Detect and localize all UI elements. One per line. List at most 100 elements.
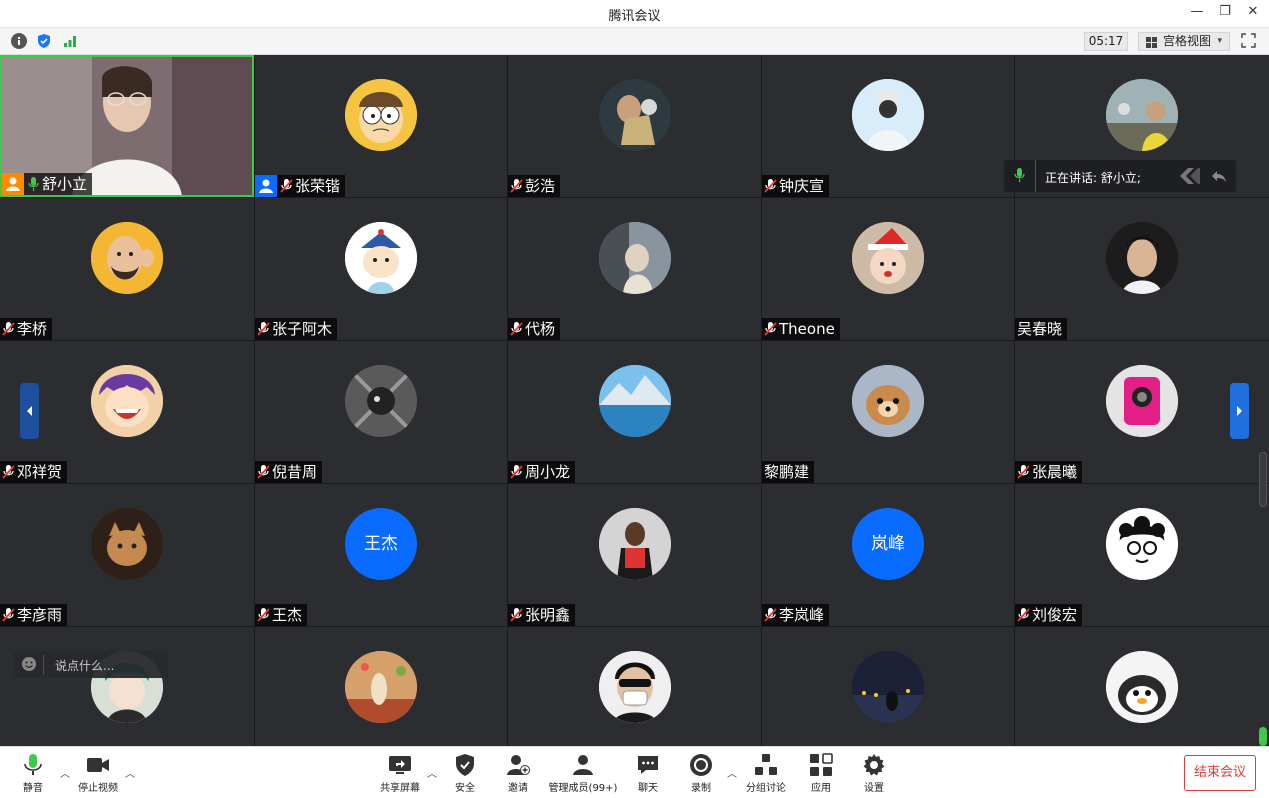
participant-tile[interactable] — [0, 627, 254, 746]
participant-tile[interactable] — [762, 627, 1014, 746]
share-options-chevron-icon[interactable]: ︿ — [427, 765, 437, 780]
participant-name-tag: 钟庆宣 — [762, 175, 830, 197]
meeting-info-bar: 05:17 宫格视图 ▾ — [0, 27, 1269, 55]
participant-tile[interactable]: 钟庆宣 — [762, 55, 1014, 197]
info-icon[interactable] — [11, 33, 27, 49]
host-badge-icon — [2, 173, 24, 195]
mic-muted-icon — [2, 464, 15, 480]
avatar — [1106, 651, 1178, 723]
participant-tile[interactable]: 吴春晓 — [1015, 198, 1269, 340]
mic-on-icon — [27, 176, 40, 192]
participant-name-tag: 李彦雨 — [0, 604, 68, 626]
fullscreen-icon[interactable] — [1241, 33, 1256, 48]
participant-tile[interactable]: 彭浩 — [508, 55, 761, 197]
share-screen-button[interactable]: 共享屏幕 — [378, 753, 422, 794]
mic-options-chevron-icon[interactable]: ︿ — [60, 765, 70, 780]
avatar — [345, 651, 417, 723]
participant-tile[interactable] — [508, 627, 761, 746]
participant-tile[interactable]: 代杨 — [508, 198, 761, 340]
participant-tile[interactable]: 李桥 — [0, 198, 254, 340]
participant-tile[interactable]: 刘俊宏 — [1015, 484, 1269, 626]
mic-muted-icon — [257, 607, 270, 623]
avatar — [598, 651, 671, 723]
participant-name: 李彦雨 — [17, 606, 63, 624]
mic-muted-icon — [764, 607, 777, 623]
participant-name-tag: 邓祥贺 — [0, 461, 68, 483]
scrollbar-thumb[interactable] — [1259, 452, 1267, 507]
restore-button[interactable]: ❐ — [1215, 4, 1235, 19]
participant-name-tag: 李桥 — [0, 318, 53, 340]
undo-icon[interactable] — [1211, 168, 1227, 187]
mute-label: 静音 — [23, 783, 43, 794]
invite-button[interactable]: 邀请 — [505, 753, 531, 794]
participant-name-tag: 张明鑫 — [508, 604, 576, 626]
participant-tile[interactable]: 李彦雨 — [0, 484, 254, 626]
participant-name: 张晨曦 — [1032, 463, 1078, 481]
participant-tile[interactable]: 岚峰 李岚峰 — [762, 484, 1014, 626]
signal-icon[interactable] — [62, 33, 78, 49]
shield-icon — [453, 753, 477, 777]
record-button[interactable]: 录制 — [688, 753, 714, 794]
participant-tile[interactable] — [255, 627, 507, 746]
view-mode-button[interactable]: 宫格视图 ▾ — [1138, 32, 1230, 51]
participant-name: 舒小立 — [42, 175, 88, 193]
record-options-chevron-icon[interactable]: ︿ — [727, 765, 737, 780]
participant-tile[interactable]: 张明鑫 — [508, 484, 761, 626]
close-button[interactable]: ✕ — [1243, 4, 1263, 19]
chat-input[interactable]: 说点什么... — [13, 651, 168, 678]
participant-name-tag: 舒小立 — [2, 173, 93, 195]
participant-tile[interactable]: 周小龙 — [508, 341, 761, 483]
avatar — [598, 222, 671, 294]
participant-tile[interactable]: 王杰 王杰 — [255, 484, 507, 626]
shield-icon[interactable] — [36, 33, 52, 49]
window-title: 腾讯会议 — [608, 9, 661, 24]
mic-muted-icon — [257, 321, 270, 337]
avatar — [345, 365, 417, 437]
participant-tile[interactable]: 舒小立 — [0, 55, 254, 197]
participant-tile[interactable]: 黎鹏建 — [762, 341, 1014, 483]
avatar — [852, 651, 924, 723]
breakout-rooms-button[interactable]: 分组讨论 — [743, 753, 789, 794]
invite-label: 邀请 — [508, 783, 528, 794]
record-icon — [689, 753, 713, 777]
participant-name: 钟庆宣 — [779, 177, 825, 195]
mic-muted-icon — [280, 178, 293, 194]
prev-page-button[interactable] — [20, 383, 39, 439]
next-page-button[interactable] — [1230, 383, 1249, 439]
stop-video-button[interactable]: 停止视频 — [74, 753, 122, 794]
participant-tile[interactable] — [1015, 627, 1269, 746]
participant-name-tag: 王杰 — [255, 604, 308, 626]
participant-tile[interactable]: 倪昔周 — [255, 341, 507, 483]
participant-tile[interactable]: 张子阿木 — [255, 198, 507, 340]
participant-name: 彭浩 — [525, 177, 556, 195]
mic-muted-icon — [510, 178, 523, 194]
chat-button[interactable]: 聊天 — [635, 753, 661, 794]
add-user-icon — [506, 753, 530, 777]
apps-button[interactable]: 应用 — [808, 753, 834, 794]
participant-name: 张子阿木 — [272, 320, 333, 338]
apps-icon — [809, 753, 833, 777]
title-bar: 腾讯会议 — ❐ ✕ — [0, 0, 1269, 27]
grid-view-icon — [1146, 37, 1157, 48]
mic-muted-icon — [510, 321, 523, 337]
settings-button[interactable]: 设置 — [861, 753, 887, 794]
speaking-indicator: 正在讲话: 舒小立; — [1004, 160, 1236, 192]
participant-tile[interactable]: 张荣锴 — [255, 55, 507, 197]
minimize-button[interactable]: — — [1187, 4, 1207, 19]
participant-tile[interactable]: Theone — [762, 198, 1014, 340]
participant-name: 邓祥贺 — [17, 463, 63, 481]
emoji-icon[interactable] — [21, 656, 37, 675]
security-button[interactable]: 安全 — [452, 753, 478, 794]
participant-name: 张明鑫 — [525, 606, 571, 624]
avatar — [598, 365, 671, 437]
manage-members-button[interactable]: 管理成员(99+) — [547, 753, 619, 794]
end-meeting-button[interactable]: 结束会议 — [1184, 755, 1256, 791]
video-options-chevron-icon[interactable]: ︿ — [125, 765, 135, 780]
pin-icon[interactable] — [1180, 168, 1208, 187]
divider — [43, 655, 44, 674]
participant-name-tag: 张荣锴 — [255, 175, 346, 197]
avatar — [91, 365, 163, 437]
share-screen-label: 共享屏幕 — [380, 783, 420, 794]
mute-button[interactable]: 静音 — [16, 753, 50, 794]
mic-muted-icon — [510, 607, 523, 623]
